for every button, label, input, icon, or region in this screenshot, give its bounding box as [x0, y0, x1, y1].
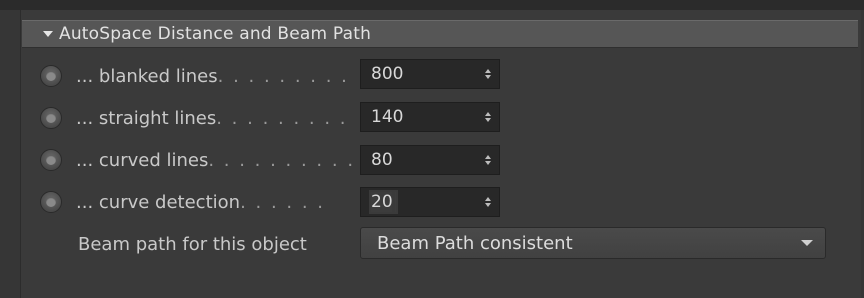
blanked-lines-stepper[interactable]: 800 [360, 59, 500, 89]
stepper-arrows-icon[interactable] [477, 103, 499, 131]
beam-path-dropdown[interactable]: Beam Path consistent [360, 227, 826, 259]
radio-dot [46, 155, 56, 165]
leader-dots: . . . . . . . . . . [208, 149, 356, 171]
radio-straight-lines[interactable] [40, 107, 62, 129]
arrow-down-icon[interactable] [485, 75, 491, 79]
leader-dots: . . . . . . [240, 191, 326, 213]
beam-path-label: Beam path for this object [78, 233, 307, 255]
curved-lines-stepper[interactable]: 80 [360, 145, 500, 175]
arrow-down-icon[interactable] [485, 118, 491, 122]
blanked-lines-value[interactable]: 800 [361, 64, 477, 84]
row-blanked-lines: ... blanked lines . . . . . . . . . [40, 61, 349, 91]
row-curve-detection: ... curve detection . . . . . . [40, 187, 325, 217]
section-header[interactable]: AutoSpace Distance and Beam Path [22, 20, 858, 48]
stepper-arrows-icon[interactable] [477, 188, 499, 216]
radio-dot [46, 71, 56, 81]
row-curved-lines: ... curved lines . . . . . . . . . . [40, 145, 355, 175]
chevron-down-icon[interactable] [801, 240, 813, 246]
curve-detection-stepper[interactable]: 20 [360, 187, 500, 217]
row-label-blanked-lines: ... blanked lines [76, 65, 218, 87]
stepper-arrows-icon[interactable] [477, 146, 499, 174]
curve-detection-input[interactable]: 20 [361, 190, 477, 214]
leader-dots: . . . . . . . . . [216, 107, 348, 129]
arrow-down-icon[interactable] [485, 203, 491, 207]
arrow-down-icon[interactable] [485, 161, 491, 165]
arrow-up-icon[interactable] [485, 69, 491, 73]
stepper-arrows-icon[interactable] [477, 60, 499, 88]
row-straight-lines: ... straight lines . . . . . . . . . [40, 103, 348, 133]
triangle-down-icon[interactable] [43, 31, 53, 37]
arrow-up-icon[interactable] [485, 155, 491, 159]
row-label-straight-lines: ... straight lines [76, 107, 217, 129]
straight-lines-stepper[interactable]: 140 [360, 102, 500, 132]
radio-curve-detection[interactable] [40, 191, 62, 213]
row-label-curve-detection: ... curve detection [76, 191, 241, 213]
curve-detection-value: 20 [369, 190, 395, 214]
window-top-strip [0, 0, 864, 10]
row-label-curved-lines: ... curved lines [76, 149, 209, 171]
section-title: AutoSpace Distance and Beam Path [59, 24, 372, 44]
beam-path-selected: Beam Path consistent [377, 232, 573, 254]
text-caret [391, 190, 398, 214]
radio-blanked-lines[interactable] [40, 65, 62, 87]
radio-dot [46, 197, 56, 207]
arrow-up-icon[interactable] [485, 197, 491, 201]
curved-lines-value[interactable]: 80 [361, 150, 477, 170]
straight-lines-value[interactable]: 140 [361, 107, 477, 127]
radio-curved-lines[interactable] [40, 149, 62, 171]
radio-dot [46, 113, 56, 123]
arrow-up-icon[interactable] [485, 112, 491, 116]
leader-dots: . . . . . . . . . [217, 65, 349, 87]
